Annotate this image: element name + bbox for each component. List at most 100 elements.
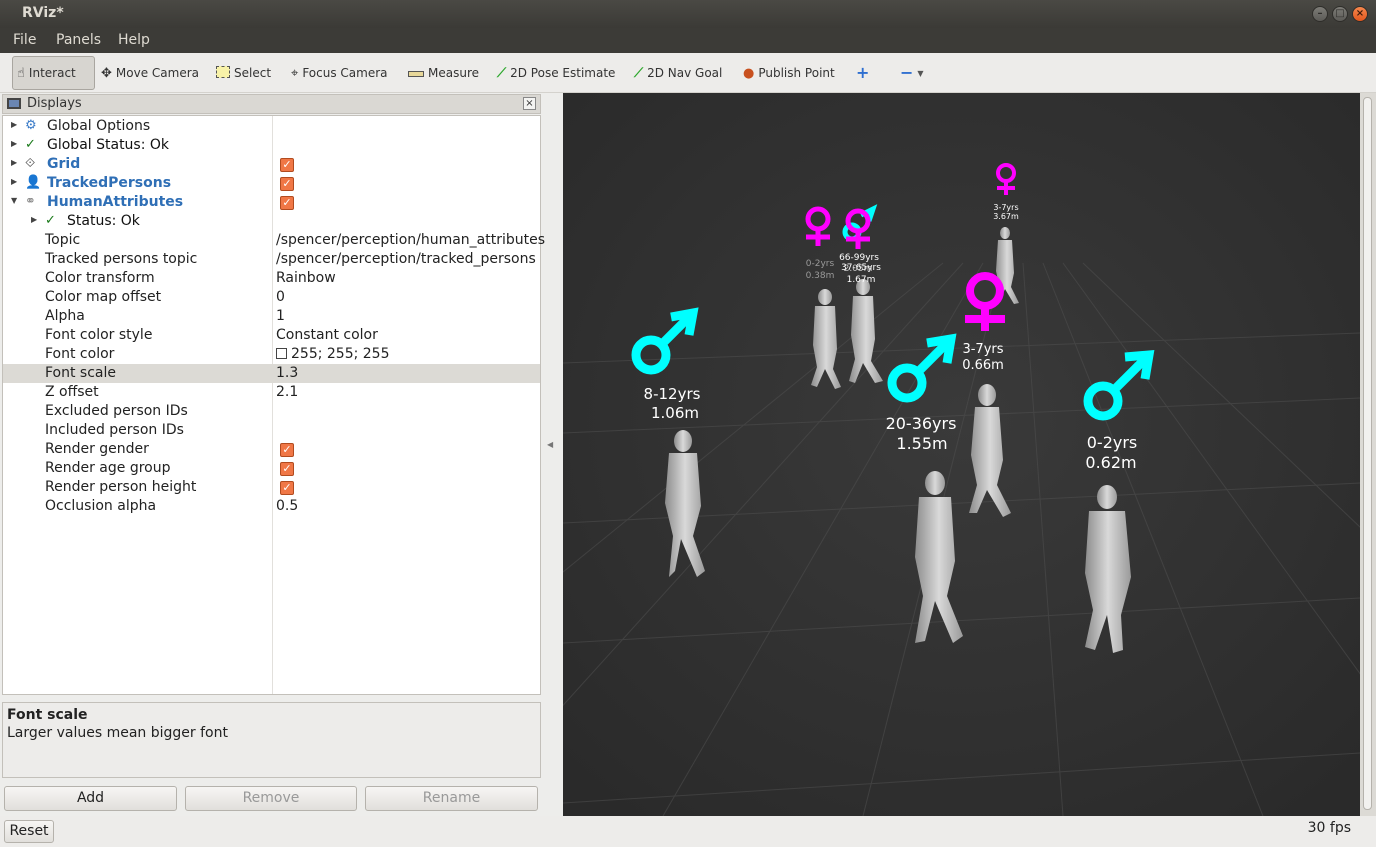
property-row[interactable]: Font color style Constant color — [3, 326, 540, 345]
close-icon[interactable]: × — [1352, 6, 1368, 22]
collapse-arrow-icon[interactable]: ▼ — [11, 196, 17, 205]
tree-row-human-attributes[interactable]: ▼ ⚭ HumanAttributes ✓ — [3, 193, 540, 212]
render-gender-checkbox[interactable]: ✓ — [280, 443, 294, 457]
property-value[interactable]: /spencer/perception/tracked_persons — [276, 251, 536, 267]
displays-title: Displays — [27, 96, 82, 111]
scrollbar-thumb[interactable] — [1363, 97, 1372, 810]
property-name: Excluded person IDs — [45, 403, 188, 419]
property-row[interactable]: Included person IDs — [3, 421, 540, 440]
property-name: Render age group — [45, 460, 171, 476]
property-description: Font scale Larger values mean bigger fon… — [2, 702, 541, 778]
splitter-handle[interactable]: ◀ — [547, 440, 553, 449]
pose-estimate-tool-button[interactable]: ⟋ 2D Pose Estimate — [497, 56, 615, 90]
property-row[interactable]: Color transform Rainbow — [3, 269, 540, 288]
property-row[interactable]: Alpha 1 — [3, 307, 540, 326]
expand-arrow-icon[interactable]: ▶ — [11, 177, 17, 186]
gear-icon: ⚙ — [25, 118, 37, 133]
global-options-label: Global Options — [47, 118, 151, 134]
select-tool-button[interactable]: Select — [216, 56, 271, 90]
color-swatch[interactable] — [276, 348, 287, 359]
add-display-button[interactable]: Add — [4, 786, 177, 811]
property-value[interactable]: /spencer/perception/human_attributes — [276, 232, 545, 248]
maximize-icon[interactable]: □ — [1332, 6, 1348, 22]
render-person-height-checkbox[interactable]: ✓ — [280, 481, 294, 495]
property-row[interactable]: Font color 255; 255; 255 — [3, 345, 540, 364]
property-value[interactable]: 2.1 — [276, 384, 298, 400]
property-name: Included person IDs — [45, 422, 184, 438]
publish-point-label: Publish Point — [758, 66, 835, 80]
tree-row-global-status[interactable]: ▶ ✓ Global Status: Ok — [3, 136, 540, 155]
property-name: Font scale — [45, 365, 117, 381]
property-row[interactable]: Render person height ✓ — [3, 478, 540, 497]
property-value[interactable]: Constant color — [276, 327, 378, 343]
description-title: Font scale — [7, 707, 88, 723]
ruler-icon — [408, 67, 424, 80]
measure-tool-button[interactable]: Measure — [408, 56, 479, 90]
rename-display-button[interactable]: Rename — [365, 786, 538, 811]
property-value[interactable]: 0.5 — [276, 498, 298, 514]
property-row[interactable]: Topic /spencer/perception/human_attribut… — [3, 231, 545, 250]
height-label: 1.67m — [847, 275, 876, 285]
viewport-scrollbar[interactable] — [1360, 93, 1376, 816]
add-tool-button[interactable]: + — [856, 56, 873, 90]
property-row[interactable]: Z offset 2.1 — [3, 383, 540, 402]
tracked-persons-label: TrackedPersons — [47, 175, 172, 191]
expand-arrow-icon[interactable]: ▶ — [11, 158, 17, 167]
3d-viewport[interactable]: 8-12yrs 1.06m 20-36yrs 1.55m 0-2yrs 0.62… — [563, 93, 1360, 816]
tree-row-status[interactable]: ▶ ✓ Status: Ok — [3, 212, 540, 231]
expand-arrow-icon[interactable]: ▶ — [11, 139, 17, 148]
reset-button[interactable]: Reset — [4, 820, 54, 843]
height-label: 0.62m — [1085, 453, 1136, 472]
pose-estimate-label: 2D Pose Estimate — [510, 66, 616, 80]
property-value[interactable]: 1 — [276, 308, 285, 324]
property-value[interactable]: 0 — [276, 289, 285, 305]
measure-label: Measure — [428, 66, 479, 80]
property-row-selected[interactable]: Font scale 1.3 — [3, 364, 540, 383]
property-name: Alpha — [45, 308, 85, 324]
nav-goal-tool-button[interactable]: ⟋ 2D Nav Goal — [634, 56, 722, 90]
tree-row-tracked-persons[interactable]: ▶ 👤 TrackedPersons ✓ — [3, 174, 540, 193]
description-text: Larger values mean bigger font — [7, 725, 228, 741]
human-attributes-checkbox[interactable]: ✓ — [280, 196, 294, 210]
height-label: 3.67m — [993, 212, 1019, 221]
checkmark-icon: ✓ — [45, 213, 56, 228]
property-value[interactable]: 1.3 — [276, 365, 298, 381]
age-label: 0-2yrs — [806, 259, 835, 269]
render-age-group-checkbox[interactable]: ✓ — [280, 462, 294, 476]
tree-row-global-options[interactable]: ▶ ⚙ Global Options — [3, 117, 540, 136]
expand-arrow-icon[interactable]: ▶ — [11, 120, 17, 129]
property-row[interactable]: Occlusion alpha 0.5 — [3, 497, 540, 516]
focus-camera-tool-button[interactable]: ⌖ Focus Camera — [291, 56, 388, 90]
tree-row-grid[interactable]: ▶ ⟐ Grid ✓ — [3, 155, 540, 174]
property-row[interactable]: Color map offset 0 — [3, 288, 540, 307]
interact-tool-button[interactable]: ☝ Interact — [12, 56, 95, 90]
grid-enabled-checkbox[interactable]: ✓ — [280, 158, 294, 172]
tracked-persons-checkbox[interactable]: ✓ — [280, 177, 294, 191]
property-row[interactable]: Excluded person IDs — [3, 402, 540, 421]
property-row[interactable]: Tracked persons topic /spencer/perceptio… — [3, 250, 540, 269]
remove-display-button[interactable]: Remove — [185, 786, 357, 811]
menu-file[interactable]: File — [13, 32, 36, 48]
displays-tree: ▶ ⚙ Global Options ▶ ✓ Global Status: Ok… — [2, 115, 545, 695]
property-row[interactable]: Render age group ✓ — [3, 459, 540, 478]
displays-panel-header: Displays × — [2, 94, 541, 114]
expand-arrow-icon[interactable]: ▶ — [31, 215, 37, 224]
window-title: RViz* — [22, 5, 64, 21]
remove-tool-button[interactable]: − ▼ — [900, 56, 924, 90]
chevron-down-icon[interactable]: ▼ — [917, 69, 923, 78]
menu-help[interactable]: Help — [118, 32, 150, 48]
property-value[interactable]: Rainbow — [276, 270, 336, 286]
property-row[interactable]: Render gender ✓ — [3, 440, 540, 459]
plugin-icon: ⚭ — [25, 194, 36, 209]
property-value[interactable]: 255; 255; 255 — [276, 346, 390, 362]
green-arrow-icon: ⟋ — [634, 65, 644, 81]
panel-close-icon[interactable]: × — [523, 97, 536, 110]
focus-camera-icon: ⌖ — [291, 65, 299, 81]
move-camera-tool-button[interactable]: ✥ Move Camera — [101, 56, 199, 90]
human-attributes-label: HumanAttributes — [47, 194, 184, 210]
age-label: 66-99yrs — [839, 253, 879, 263]
select-box-icon — [216, 65, 230, 81]
minimize-icon[interactable]: – — [1312, 6, 1328, 22]
menu-panels[interactable]: Panels — [56, 32, 101, 48]
publish-point-tool-button[interactable]: ● Publish Point — [743, 56, 835, 90]
